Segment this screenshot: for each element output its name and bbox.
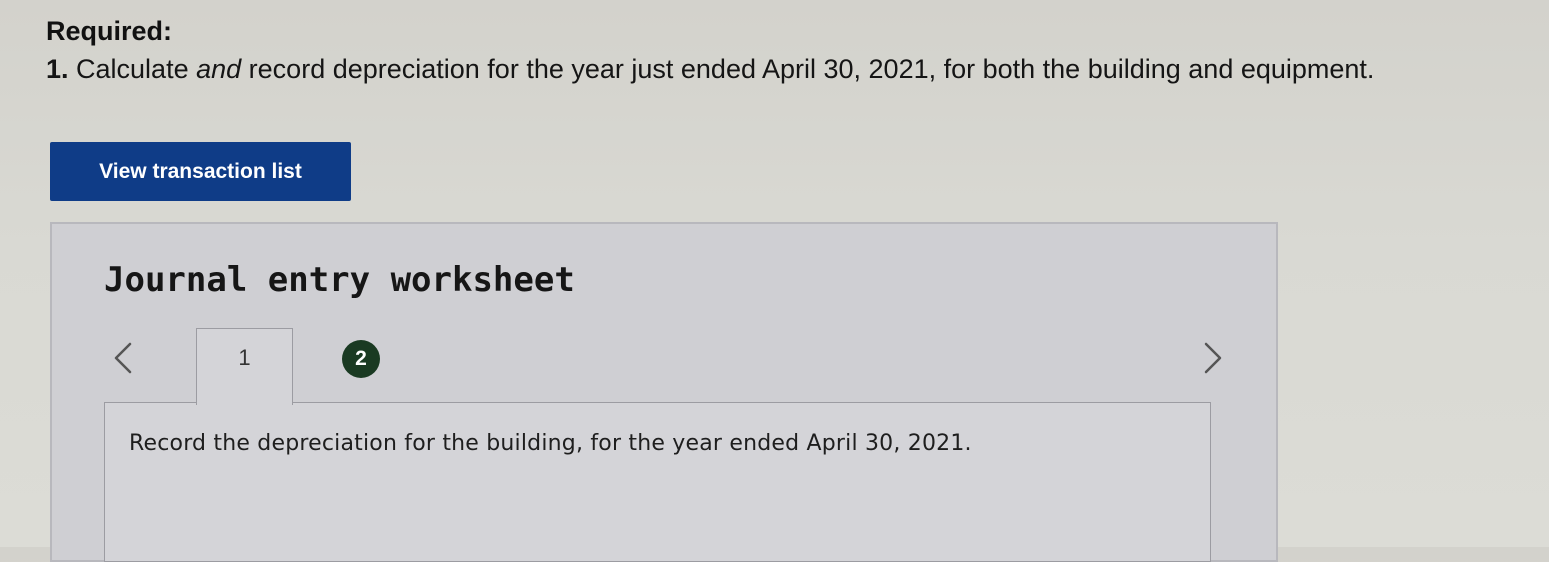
tab-1[interactable]: 1	[196, 328, 293, 405]
previous-entry-button[interactable]	[104, 338, 144, 378]
entry-instruction: Record the depreciation for the building…	[129, 431, 972, 456]
worksheet-title: Journal entry worksheet	[104, 260, 575, 300]
tab-2[interactable]: 2	[342, 340, 380, 378]
instruction-line: 1. Calculate and record depreciation for…	[46, 54, 1374, 85]
chevron-right-icon	[1204, 342, 1222, 374]
entry-content-box: Record the depreciation for the building…	[104, 402, 1211, 562]
next-entry-button[interactable]	[1192, 338, 1232, 378]
required-heading: Required:	[46, 16, 173, 46]
chevron-left-icon	[114, 342, 132, 374]
instruction-text-before: Calculate	[68, 54, 197, 84]
instruction-emphasis: and	[196, 54, 242, 84]
instruction-text-after: record depreciation for the year just en…	[241, 54, 1375, 84]
view-transaction-list-button[interactable]: View transaction list	[50, 142, 351, 201]
journal-entry-worksheet-panel: Journal entry worksheet 1 2 Record the d…	[50, 222, 1278, 562]
instruction-number: 1.	[46, 54, 69, 84]
